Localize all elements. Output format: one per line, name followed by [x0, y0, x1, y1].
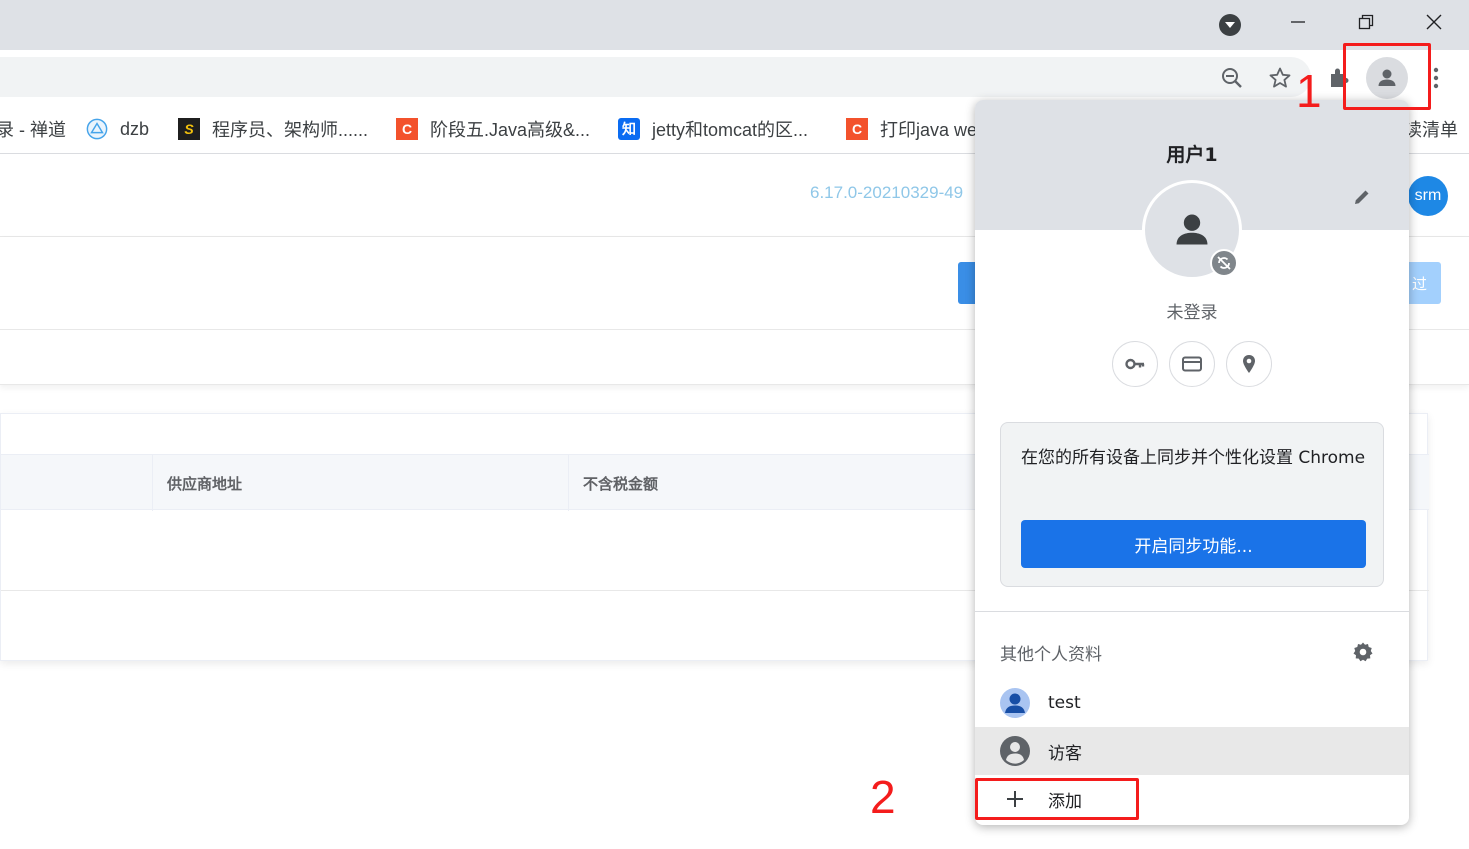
addresses-button[interactable]: [1226, 341, 1272, 387]
site-favicon-icon: [86, 118, 108, 140]
restore-button[interactable]: [1346, 5, 1386, 39]
credit-card-icon: [1182, 356, 1202, 372]
star-icon[interactable]: [1263, 61, 1297, 95]
profile-menu: 用户1 未登录 在您的所有设备上同步并个性化设置 Chrome 开启同步功能..…: [975, 100, 1409, 825]
title-bar: [0, 0, 1469, 50]
bookmark-item[interactable]: 录 - 禅道: [0, 116, 66, 142]
restore-icon: [1358, 14, 1374, 30]
profile-name: 用户1: [1166, 144, 1218, 166]
user-avatar-icon: [1000, 688, 1030, 718]
zoom-out-icon[interactable]: [1215, 61, 1249, 95]
annotation-box-2: [975, 778, 1139, 820]
annotation-number-1: 1: [1296, 65, 1322, 117]
version-label: 6.17.0-20210329-49: [810, 183, 964, 202]
close-button[interactable]: [1414, 5, 1454, 39]
key-icon: [1125, 358, 1145, 370]
location-pin-icon: [1243, 355, 1255, 373]
csdn-icon: C: [396, 118, 418, 140]
bookmark-item[interactable]: S 程序员、架构师......: [178, 116, 368, 142]
zhihu-icon: 知: [618, 118, 640, 140]
payment-button[interactable]: [1169, 341, 1215, 387]
address-bar[interactable]: [0, 57, 1311, 97]
profile-item-test[interactable]: test: [975, 679, 1409, 727]
minimize-button[interactable]: [1278, 5, 1318, 39]
csdn-icon: C: [846, 118, 868, 140]
browser-toolbar: [0, 50, 1469, 104]
signin-status: 未登录: [1166, 303, 1218, 323]
guest-icon: [1000, 736, 1030, 766]
annotation-box-1: [1343, 43, 1431, 110]
person-icon: [1176, 214, 1208, 245]
passwords-button[interactable]: [1112, 341, 1158, 387]
close-icon: [1426, 14, 1442, 30]
turn-on-sync-button[interactable]: 开启同步功能...: [1021, 520, 1366, 568]
other-profiles-title: 其他个人资料: [1000, 645, 1102, 665]
bookmark-item[interactable]: dzb: [86, 116, 149, 142]
profile-label: 访客: [1048, 743, 1082, 764]
bookmark-item[interactable]: C 阶段五.Java高级&...: [396, 116, 590, 142]
column-header[interactable]: 供应商地址: [152, 455, 242, 511]
column-header[interactable]: 不含税金额: [568, 455, 658, 511]
gear-icon[interactable]: [1350, 639, 1376, 665]
sync-message: 在您的所有设备上同步并个性化设置 Chrome: [1020, 448, 1366, 468]
annotation-number-2: 2: [870, 771, 896, 823]
bookmark-item[interactable]: C 打印java we: [846, 116, 977, 142]
divider: [975, 611, 1409, 612]
minimize-icon: [1291, 21, 1305, 23]
tab-search-icon[interactable]: [1219, 14, 1241, 36]
profile-item-guest[interactable]: 访客: [975, 727, 1409, 775]
avatar[interactable]: srm: [1408, 176, 1448, 216]
pencil-icon[interactable]: [1349, 184, 1375, 210]
reading-list[interactable]: 读清单: [1404, 116, 1458, 142]
sync-off-icon: [1210, 249, 1238, 277]
bookmark-item[interactable]: 知 jetty和tomcat的区...: [618, 116, 808, 142]
sync-promo: 在您的所有设备上同步并个性化设置 Chrome 开启同步功能...: [1000, 422, 1384, 587]
segmentfault-icon: S: [178, 118, 200, 140]
profile-label: test: [1048, 693, 1081, 713]
